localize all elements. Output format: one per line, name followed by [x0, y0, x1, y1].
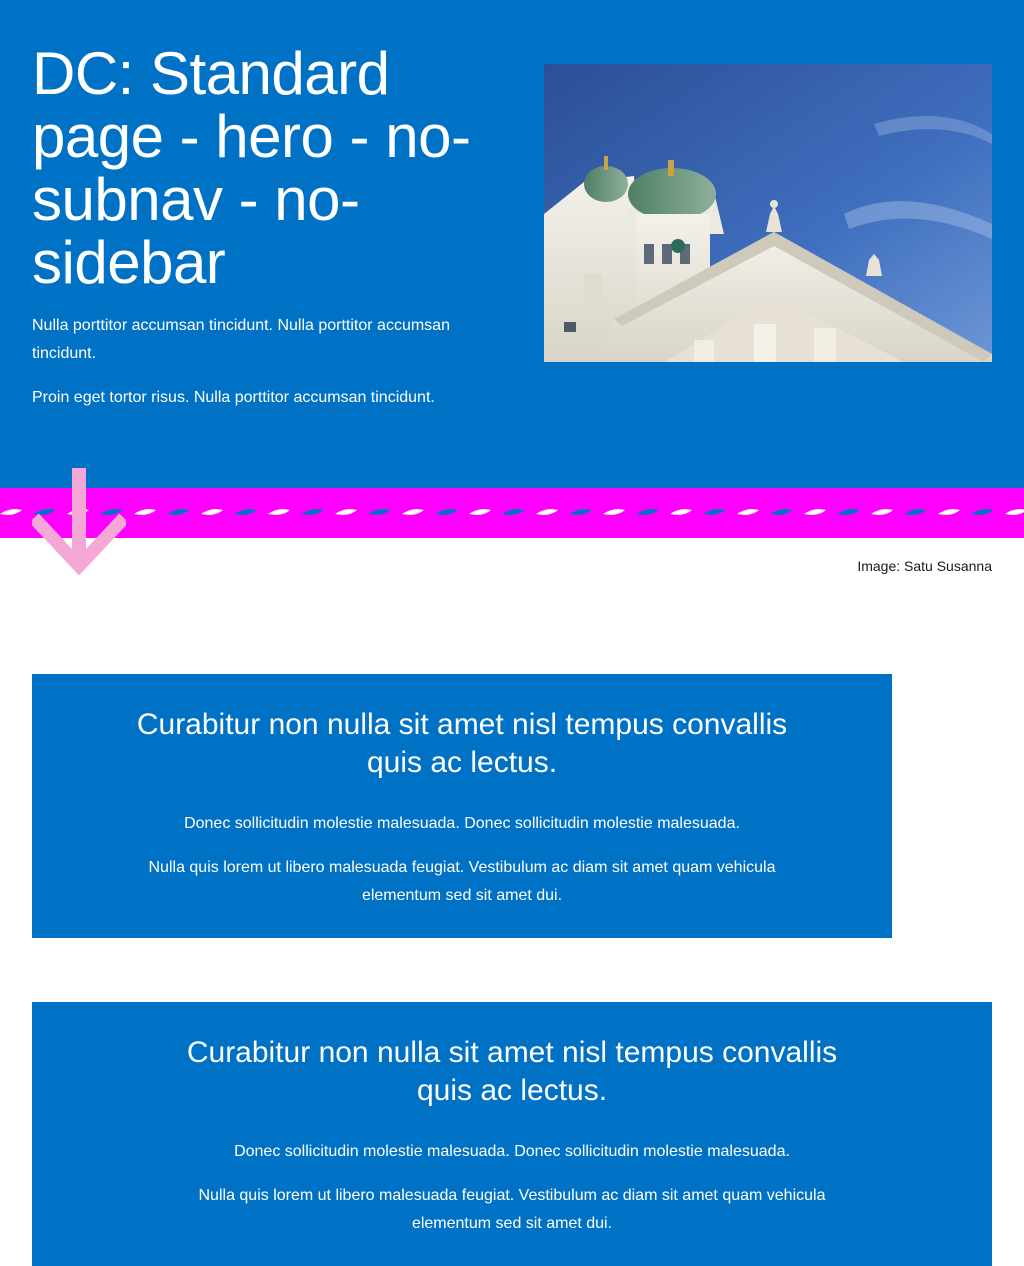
koro-wave-segment	[837, 509, 860, 515]
koro-wave-segment	[603, 509, 625, 515]
koro-wave-segment	[904, 509, 927, 515]
koro-wave-segment	[368, 509, 391, 515]
koro-wave-segment	[234, 509, 257, 515]
koro-wave-segment	[770, 509, 793, 515]
koro-wave-segment	[201, 509, 223, 515]
banner-paragraph: Nulla quis lorem ut libero malesuada feu…	[148, 859, 776, 904]
hero-lead-paragraph: Nulla porttitor accumsan tincidunt. Null…	[32, 317, 450, 362]
koro-wave-segment	[134, 509, 156, 515]
koro-wave-segment	[502, 509, 525, 515]
koro-wave-segment	[435, 509, 458, 515]
banner: Curabitur non nulla sit amet nisl tempus…	[32, 674, 892, 938]
koro-wave-segment	[670, 509, 692, 515]
koro-wave-segment	[301, 509, 324, 515]
koro-wave-segment	[938, 509, 960, 515]
banner-title: Curabitur non nulla sit amet nisl tempus…	[186, 1036, 838, 1107]
banner-paragraph: Donec sollicitudin molestie malesuada. D…	[234, 1143, 790, 1160]
koro-wave-segment	[971, 509, 994, 515]
koro-wave-divider	[0, 488, 1024, 538]
koro-wave-segment	[402, 509, 424, 515]
koro-wave-segment	[536, 509, 558, 515]
koro-wave-segment	[469, 509, 491, 515]
banner-title: Curabitur non nulla sit amet nisl tempus…	[136, 708, 788, 779]
koro-wave-segment	[0, 509, 22, 515]
koro-wave-segment	[569, 509, 592, 515]
hero: DC: Standard page - hero - no-subnav - n…	[0, 0, 1024, 488]
banner-paragraph: Donec sollicitudin molestie malesuada. D…	[184, 815, 740, 832]
koro-wave-segment	[871, 509, 893, 515]
koro-wave-segment	[804, 509, 826, 515]
page-title: DC: Standard page - hero - no-subnav - n…	[32, 40, 471, 296]
banner-paragraph: Nulla quis lorem ut libero malesuada feu…	[198, 1187, 826, 1232]
koro-wave-segment	[737, 509, 759, 515]
koro-wave-segment	[268, 509, 290, 515]
hero-paragraph: Proin eget tortor risus. Nulla porttitor…	[32, 389, 435, 406]
arrow-down-icon	[32, 468, 126, 576]
koro-wave-segment	[1005, 509, 1024, 515]
image-caption: Image: Satu Susanna	[857, 558, 992, 574]
hero-image	[544, 64, 992, 362]
koro-wave-segment	[636, 509, 659, 515]
banner: Curabitur non nulla sit amet nisl tempus…	[32, 1002, 992, 1266]
koro-wave-segment	[335, 509, 357, 515]
koro-wave-segment	[703, 509, 726, 515]
koro-wave-segment	[167, 509, 190, 515]
